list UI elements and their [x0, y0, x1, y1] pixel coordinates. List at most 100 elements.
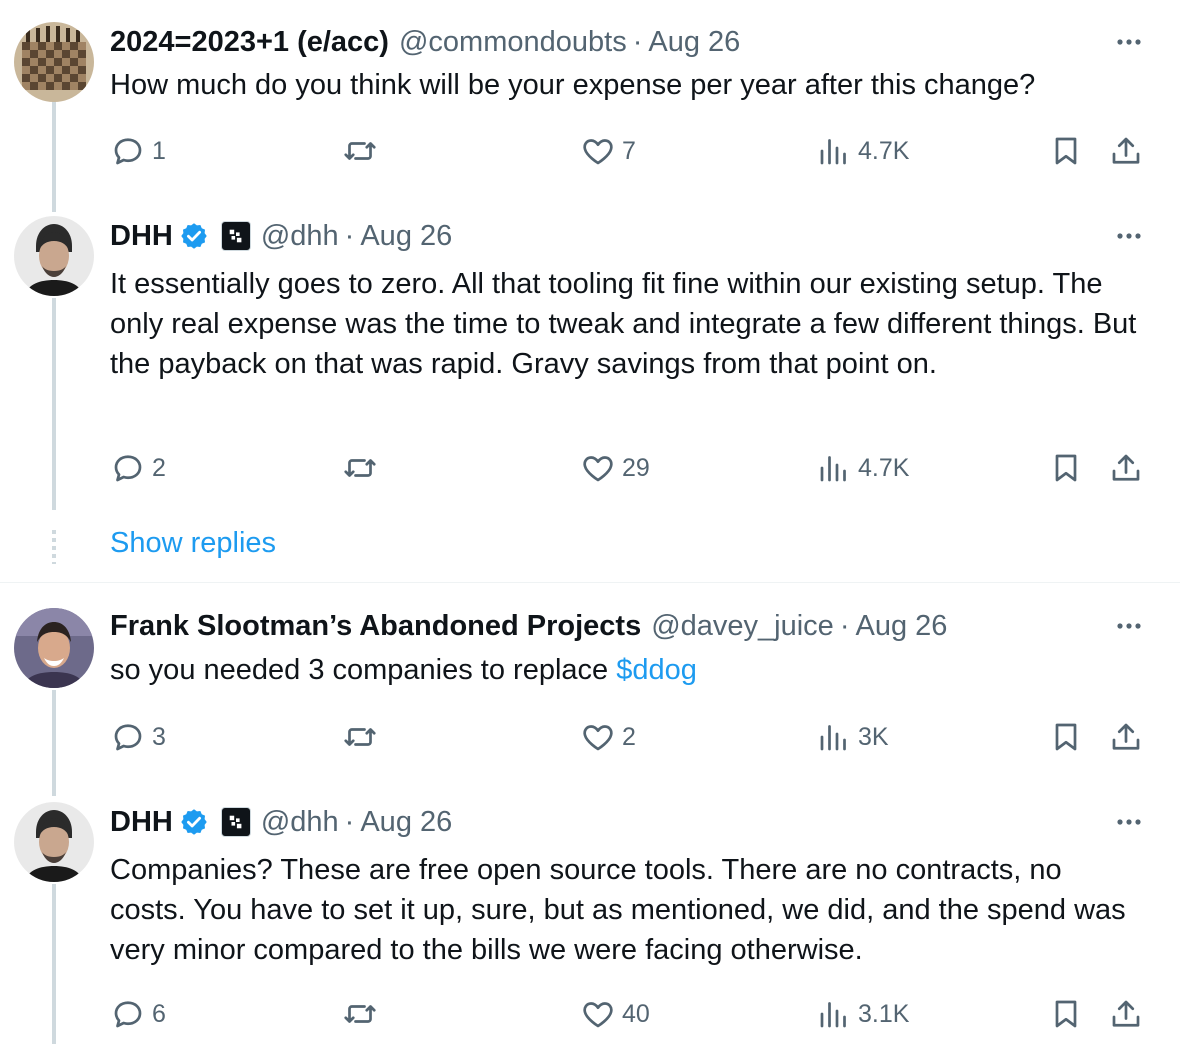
tweet-text-body: so you needed 3 companies to replace: [110, 654, 617, 686]
avatar[interactable]: [14, 22, 94, 102]
chessboard-avatar: [14, 22, 94, 102]
portrait-avatar: [14, 802, 94, 882]
reply-button[interactable]: 3: [110, 717, 166, 757]
share-button[interactable]: [1108, 717, 1144, 757]
show-replies-link[interactable]: Show replies: [110, 527, 276, 560]
more-icon[interactable]: [1114, 224, 1144, 248]
tweet-header: 2024=2023+1 (e/acc) @commondoubts · Aug …: [110, 22, 740, 62]
tweet[interactable]: Frank Slootman’s Abandoned Projects @dav…: [0, 606, 1184, 776]
tweet-header: DHH @dhh · Aug 26: [110, 802, 452, 842]
timestamp[interactable]: Aug 26: [360, 220, 452, 253]
share-button[interactable]: [1108, 131, 1144, 171]
share-icon: [1112, 723, 1140, 750]
verified-badge-icon[interactable]: [179, 221, 209, 251]
retweet-icon: [344, 1005, 376, 1023]
views-button[interactable]: 3K: [816, 717, 889, 757]
bookmark-button[interactable]: [1048, 717, 1084, 757]
tweet-header: DHH @dhh · Aug 26: [110, 216, 452, 256]
retweet-button[interactable]: [342, 131, 384, 171]
share-icon: [1112, 137, 1140, 164]
action-bar: 2 29 4.7K: [110, 448, 1150, 488]
like-button[interactable]: 29: [580, 448, 650, 488]
display-name[interactable]: DHH: [110, 220, 173, 253]
share-button[interactable]: [1108, 994, 1144, 1034]
heart-icon: [583, 1002, 613, 1028]
tweet-text: so you needed 3 companies to replace $dd…: [110, 650, 1140, 690]
view-count: 3.1K: [858, 999, 910, 1028]
reply-button[interactable]: 2: [110, 448, 166, 488]
separator-dot: ·: [344, 805, 355, 838]
timestamp[interactable]: Aug 26: [360, 806, 452, 839]
tweet[interactable]: DHH @dhh · Aug 26 It essentially goes to…: [0, 216, 1184, 516]
tweet[interactable]: DHH @dhh · Aug 26 Companies? These are f…: [0, 802, 1184, 1044]
retweet-icon: [344, 459, 376, 477]
bookmark-button[interactable]: [1048, 448, 1084, 488]
share-icon: [1112, 454, 1140, 481]
tweet-header: Frank Slootman’s Abandoned Projects @dav…: [110, 606, 947, 646]
affiliation-badge-icon[interactable]: [220, 221, 251, 251]
reply-button[interactable]: 1: [110, 131, 166, 171]
reply-count: 2: [152, 453, 166, 482]
portrait-avatar: [14, 608, 94, 688]
tweet-text: It essentially goes to zero. All that to…: [110, 268, 1137, 380]
share-button[interactable]: [1108, 448, 1144, 488]
timestamp[interactable]: Aug 26: [856, 610, 948, 643]
like-button[interactable]: 7: [580, 131, 636, 171]
tweet-text: How much do you think will be your expen…: [110, 69, 1036, 101]
bookmark-icon: [1055, 454, 1077, 482]
views-icon: [820, 456, 846, 482]
views-icon: [820, 139, 846, 165]
thread-line-dotted: [52, 530, 56, 564]
like-count: 2: [622, 722, 636, 751]
avatar[interactable]: [14, 802, 94, 882]
timestamp[interactable]: Aug 26: [648, 26, 740, 59]
reply-count: 6: [152, 999, 166, 1028]
views-button[interactable]: 4.7K: [816, 448, 909, 488]
handle[interactable]: @commondoubts: [399, 26, 627, 59]
tweet-text: Companies? These are free open source to…: [110, 854, 1126, 966]
handle[interactable]: @davey_juice: [651, 610, 834, 643]
views-button[interactable]: 4.7K: [816, 131, 909, 171]
more-icon[interactable]: [1114, 810, 1144, 834]
reply-icon: [114, 138, 142, 165]
reply-button[interactable]: 6: [110, 994, 166, 1034]
tweet[interactable]: 2024=2023+1 (e/acc) @commondoubts · Aug …: [0, 22, 1184, 192]
portrait-avatar: [14, 216, 94, 296]
verified-badge-icon[interactable]: [179, 807, 209, 837]
reply-count: 1: [152, 136, 166, 165]
views-button[interactable]: 3.1K: [816, 994, 909, 1034]
reply-icon: [114, 455, 142, 482]
cashtag-link[interactable]: $ddog: [616, 654, 697, 686]
more-icon[interactable]: [1114, 614, 1144, 638]
views-icon: [820, 725, 846, 751]
retweet-button[interactable]: [342, 717, 384, 757]
view-count: 4.7K: [858, 136, 910, 165]
retweet-button[interactable]: [342, 448, 384, 488]
share-icon: [1112, 1000, 1140, 1027]
avatar[interactable]: [14, 608, 94, 688]
like-button[interactable]: 40: [580, 994, 650, 1034]
retweet-icon: [344, 142, 376, 160]
views-icon: [820, 1002, 846, 1028]
reply-icon: [114, 724, 142, 751]
action-bar: 3 2 3K: [110, 717, 1150, 757]
like-button[interactable]: 2: [580, 717, 636, 757]
handle[interactable]: @dhh: [261, 806, 339, 839]
handle[interactable]: @dhh: [261, 220, 339, 253]
heart-icon: [583, 139, 613, 165]
display-name[interactable]: Frank Slootman’s Abandoned Projects: [110, 610, 641, 643]
avatar[interactable]: [14, 216, 94, 296]
more-icon[interactable]: [1114, 30, 1144, 54]
action-bar: 1 7 4.7K: [110, 131, 1150, 171]
affiliation-badge-icon[interactable]: [220, 807, 251, 837]
display-name[interactable]: DHH: [110, 806, 173, 839]
bookmark-button[interactable]: [1048, 994, 1084, 1034]
retweet-button[interactable]: [342, 994, 384, 1034]
separator-dot: ·: [839, 609, 850, 642]
bookmark-button[interactable]: [1048, 131, 1084, 171]
action-bar: 6 40 3.1K: [110, 994, 1150, 1034]
reply-count: 3: [152, 722, 166, 751]
reply-icon: [114, 1001, 142, 1028]
view-count: 3K: [858, 722, 889, 751]
display-name[interactable]: 2024=2023+1 (e/acc): [110, 26, 389, 59]
